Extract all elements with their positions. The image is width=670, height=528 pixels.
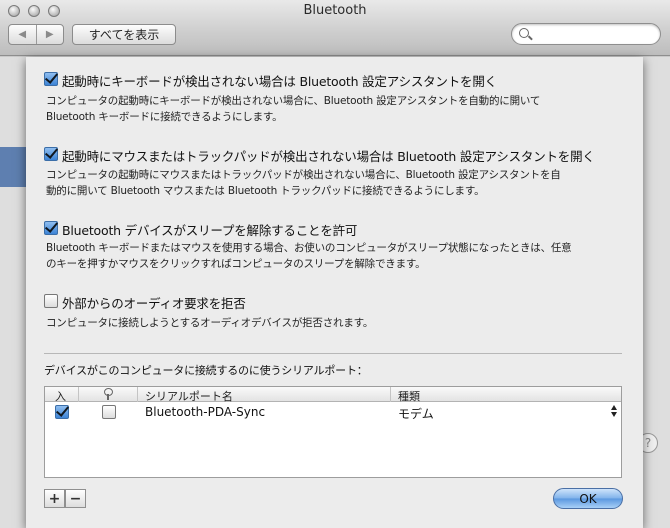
checkbox-keyboard-assistant[interactable] [44, 72, 58, 86]
desc-line: コンピュータに接続しようとするオーディオデバイスが拒否されます。 [46, 317, 374, 329]
option-title: 起動時にマウスまたはトラックパッドが検出されない場合は Bluetooth 設定… [62, 149, 595, 164]
column-port-name[interactable]: シリアルポート名 [145, 388, 233, 404]
column-separator [78, 387, 79, 402]
row-type-select[interactable]: モデム [398, 405, 434, 422]
background-selected-device [0, 147, 26, 187]
column-type[interactable]: 種類 [398, 388, 420, 404]
search-icon [519, 28, 529, 38]
search-field[interactable] [511, 23, 661, 45]
table-row[interactable]: Bluetooth-PDA-Sync モデム [45, 403, 621, 421]
option-description: コンピュータに接続しようとするオーディオデバイスが拒否されます。 [46, 315, 611, 331]
table-header: 入 シリアルポート名 種類 [45, 387, 621, 404]
desc-line: のキーを押すかマウスをクリックすればコンピュータのスリープを解除できます。 [46, 258, 426, 270]
advanced-settings-sheet: 起動時にキーボードが検出されない場合は Bluetooth 設定アシスタントを開… [26, 57, 643, 528]
column-separator [390, 387, 391, 402]
row-port-name: Bluetooth-PDA-Sync [145, 405, 266, 419]
window-titlebar: Bluetooth ◀ ▶ すべてを表示 [0, 0, 670, 56]
serial-ports-table: 入 シリアルポート名 種類 Bluetooth-PDA-Sync モデム [44, 386, 622, 478]
desc-line: コンピュータの起動時にマウスまたはトラックパッドが検出されない場合に、Bluet… [46, 169, 561, 181]
popup-arrows-icon[interactable] [611, 405, 619, 418]
checkbox-wake-from-sleep[interactable] [44, 221, 58, 235]
row-enabled-checkbox[interactable] [55, 405, 69, 419]
checkbox-reject-audio[interactable] [44, 294, 58, 308]
desc-line: 動的に開いて Bluetooth マウスまたは Bluetooth トラックパッ… [46, 185, 485, 197]
window-title: Bluetooth [303, 3, 367, 18]
section-divider [44, 353, 622, 354]
show-all-button[interactable]: すべてを表示 [72, 24, 176, 45]
option-title: 起動時にキーボードが検出されない場合は Bluetooth 設定アシスタントを開… [62, 74, 497, 89]
desc-line: コンピュータの起動時にキーボードが検出されない場合に、Bluetooth 設定ア… [46, 95, 541, 107]
ok-button[interactable]: OK [553, 488, 623, 509]
option-description: Bluetooth キーボードまたはマウスを使用する場合、お使いのコンピュータが… [46, 240, 611, 272]
checkbox-mouse-assistant[interactable] [44, 147, 58, 161]
option-description: コンピュータの起動時にキーボードが検出されない場合に、Bluetooth 設定ア… [46, 93, 611, 125]
option-description: コンピュータの起動時にマウスまたはトラックパッドが検出されない場合に、Bluet… [46, 167, 611, 199]
serial-ports-label: デバイスがこのコンピュータに接続するのに使うシリアルポート： [44, 364, 368, 377]
row-secure-checkbox[interactable] [102, 405, 116, 419]
desc-line: Bluetooth キーボードに接続できるようにします。 [46, 111, 283, 123]
column-separator [137, 387, 138, 402]
option-title: Bluetooth デバイスがスリープを解除することを許可 [62, 223, 358, 238]
remove-port-button[interactable]: − [65, 489, 86, 508]
add-port-button[interactable]: + [44, 489, 65, 508]
column-enabled[interactable]: 入 [55, 388, 66, 404]
back-arrow-icon[interactable]: ◀ [9, 25, 36, 44]
forward-arrow-icon[interactable]: ▶ [35, 25, 64, 44]
desc-line: Bluetooth キーボードまたはマウスを使用する場合、お使いのコンピュータが… [46, 242, 572, 254]
key-icon[interactable] [104, 388, 113, 400]
option-title: 外部からのオーディオ要求を拒否 [62, 296, 246, 311]
nav-back-forward: ◀ ▶ [8, 24, 64, 45]
